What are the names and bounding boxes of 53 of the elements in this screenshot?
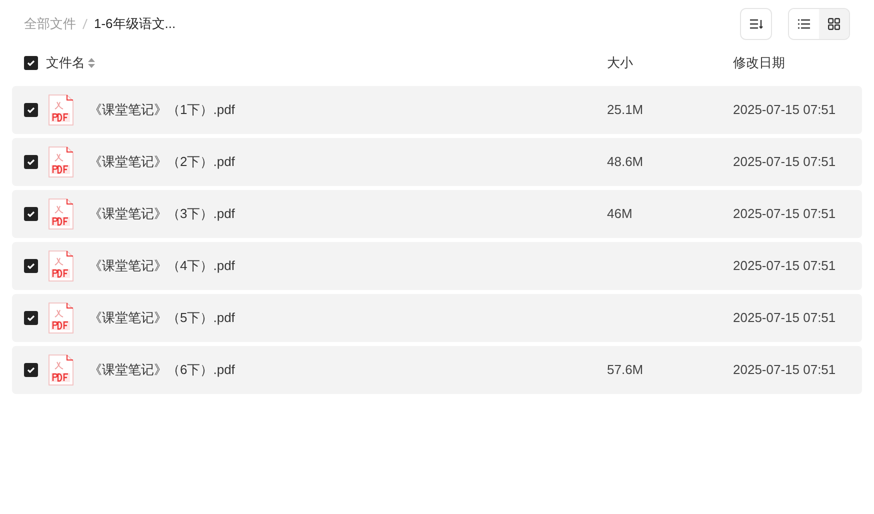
row-checkbox[interactable] [24,155,38,169]
grid-view-icon [828,18,840,30]
file-name[interactable]: 《课堂笔记》（5下）.pdf [89,308,607,328]
file-name[interactable]: 《课堂笔记》（1下）.pdf [89,100,607,120]
file-row[interactable]: 《课堂笔记》（3下）.pdf 46M 2025-07-15 07:51 [12,190,862,238]
modified-date: 2025-07-15 07:51 [733,101,836,120]
sort-icon [749,18,763,30]
column-header: 修改日期 [733,54,785,72]
check-icon [27,159,35,165]
file-name[interactable]: 《课堂笔记》（4下）.pdf [89,256,607,276]
row-checkbox[interactable] [24,103,38,117]
pdf-file-icon [48,146,74,178]
file-row[interactable]: 《课堂笔记》（1下）.pdf 25.1M 2025-07-15 07:51 [12,86,862,134]
column-header: 大小 [607,54,633,72]
pdf-file-icon [48,198,74,230]
breadcrumb-item[interactable]: 1-6年级语文... [94,14,176,34]
file-size: 57.6M [607,361,644,380]
sort-button[interactable] [740,8,772,40]
file-size: 25.1M [607,101,644,120]
modified-date: 2025-07-15 07:51 [733,153,836,172]
list-view-icon [798,19,810,29]
file-name[interactable]: 《课堂笔记》（6下）.pdf [89,360,607,380]
row-checkbox[interactable] [24,363,38,377]
file-row[interactable]: 《课堂笔记》（2下）.pdf 48.6M 2025-07-15 07:51 [12,138,862,186]
file-row[interactable]: 《课堂笔记》（4下）.pdf 2025-07-15 07:51 [12,242,862,290]
separator-icon [82,18,88,30]
row-checkbox[interactable] [24,259,38,273]
row-checkbox[interactable] [24,311,38,325]
file-name[interactable]: 《课堂笔记》（3下）.pdf [89,204,607,224]
modified-date: 2025-07-15 07:51 [733,257,836,276]
select-all-checkbox[interactable] [24,56,38,70]
pdf-file-icon [48,302,74,334]
file-name[interactable]: 《课堂笔记》（2下）.pdf [89,152,607,172]
modified-date: 2025-07-15 07:51 [733,205,836,224]
sort-arrows-icon[interactable] [88,58,95,68]
pdf-file-icon [48,94,74,126]
pdf-file-icon [48,250,74,282]
modified-date: 2025-07-15 07:51 [733,309,836,328]
check-icon [27,107,35,113]
row-checkbox[interactable] [24,207,38,221]
file-size: 46M [607,205,634,224]
column-header[interactable]: 文件名 [46,53,85,73]
file-row[interactable]: 《课堂笔记》（5下）.pdf 2025-07-15 07:51 [12,294,862,342]
file-size: 48.6M [607,153,644,172]
modified-date: 2025-07-15 07:51 [733,361,836,380]
check-icon [27,263,35,269]
check-icon [27,315,35,321]
pdf-file-icon [48,354,74,386]
check-icon [27,60,35,66]
grid-view-button[interactable] [819,9,849,39]
file-row[interactable]: 《课堂笔记》（6下）.pdf 57.6M 2025-07-15 07:51 [12,346,862,394]
check-icon [27,211,35,217]
check-icon [27,367,35,373]
